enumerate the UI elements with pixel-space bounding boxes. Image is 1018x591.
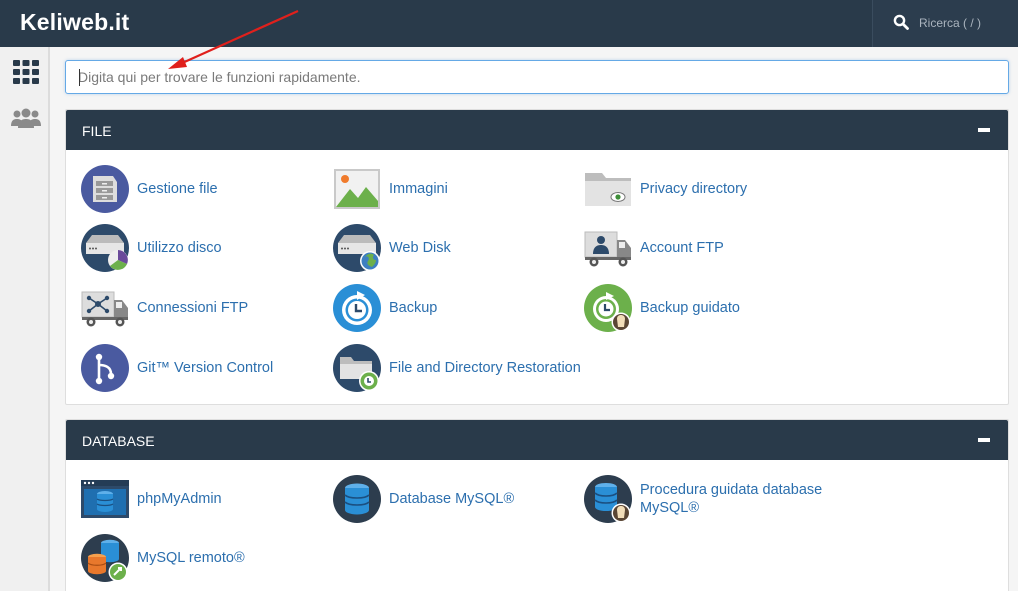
tool-backup-wizard[interactable]: Backup guidato	[583, 283, 740, 333]
collapse-icon[interactable]	[978, 438, 990, 442]
tool-web-disk[interactable]: Web Disk	[332, 223, 451, 273]
tool-mysql-databases[interactable]: Database MySQL®	[332, 474, 514, 524]
collapse-icon[interactable]	[978, 128, 990, 132]
mysql-databases-icon	[333, 475, 381, 523]
tool-backup[interactable]: Backup	[332, 283, 437, 333]
web-disk-icon	[333, 224, 381, 272]
ftp-connections-icon	[81, 291, 128, 327]
directory-privacy-icon	[585, 173, 631, 206]
tool-search-input[interactable]	[66, 61, 1008, 93]
brand-logo[interactable]: Keliweb.it	[20, 9, 129, 36]
tool-label: File and Directory Restoration	[389, 360, 581, 376]
tool-ftp-accounts[interactable]: Account FTP	[583, 223, 724, 273]
file-panel-title: FILE	[82, 123, 112, 139]
database-panel-header[interactable]: DATABASE	[66, 420, 1008, 460]
tool-ftp-connections[interactable]: Connessioni FTP	[80, 283, 248, 333]
tool-label: Backup guidato	[640, 300, 740, 316]
users-icon[interactable]	[10, 105, 42, 133]
tool-label: Connessioni FTP	[137, 300, 249, 316]
tool-remote-mysql[interactable]: MySQL remoto®	[80, 533, 245, 583]
tool-file-restoration[interactable]: File and Directory Restoration	[332, 343, 581, 393]
phpmyadmin-icon	[81, 480, 129, 518]
header-search[interactable]: Ricerca ( / )	[872, 0, 1018, 47]
search-icon	[893, 14, 909, 30]
database-panel-title: DATABASE	[82, 433, 155, 449]
tool-label: Web Disk	[389, 240, 451, 256]
header-search-placeholder: Ricerca ( / )	[919, 16, 982, 30]
tool-search-box[interactable]	[65, 60, 1009, 94]
git-icon	[81, 344, 129, 392]
remote-mysql-icon	[81, 534, 129, 582]
top-bar: Keliweb.it Ricerca ( / )	[0, 0, 1018, 47]
tool-label: Immagini	[389, 181, 448, 197]
tool-label: MySQL remoto®	[137, 550, 245, 566]
ftp-accounts-icon	[584, 231, 631, 267]
backup-icon	[333, 284, 381, 332]
text-caret	[79, 69, 80, 86]
tool-file-manager[interactable]: Gestione file	[80, 164, 218, 214]
tool-git-version-control[interactable]: Git™ Version Control	[80, 343, 273, 393]
tool-directory-privacy[interactable]: Privacy directory	[583, 164, 747, 214]
file-panel: FILE Gestione file Immagini Privacy dire…	[65, 109, 1009, 405]
tool-label: Utilizzo disco	[137, 240, 222, 256]
mysql-wizard-icon	[584, 475, 632, 523]
tool-label: Privacy directory	[640, 181, 748, 197]
tool-label: Account FTP	[640, 240, 724, 256]
file-panel-header[interactable]: FILE	[66, 110, 1008, 150]
tool-images[interactable]: Immagini	[332, 164, 448, 214]
backup-wizard-icon	[584, 284, 632, 332]
database-panel: DATABASE phpMyAdmin Database MySQL® Proc…	[65, 419, 1009, 591]
tool-label: phpMyAdmin	[137, 491, 222, 507]
tool-label: Backup	[389, 300, 438, 316]
tool-phpmyadmin[interactable]: phpMyAdmin	[80, 474, 222, 524]
disk-usage-icon	[81, 224, 129, 272]
tool-label: Procedura guidata database MySQL®	[640, 482, 823, 516]
file-manager-icon	[81, 165, 129, 213]
file-restoration-icon	[333, 344, 381, 392]
tool-label: Database MySQL®	[389, 491, 515, 507]
grid-icon[interactable]	[10, 58, 42, 86]
tool-mysql-wizard[interactable]: Procedura guidata database MySQL®	[583, 474, 840, 524]
tool-label: Gestione file	[137, 181, 218, 197]
images-icon	[334, 169, 380, 209]
tool-label: Git™ Version Control	[137, 360, 274, 376]
tool-disk-usage[interactable]: Utilizzo disco	[80, 223, 222, 273]
sidebar	[0, 47, 50, 591]
